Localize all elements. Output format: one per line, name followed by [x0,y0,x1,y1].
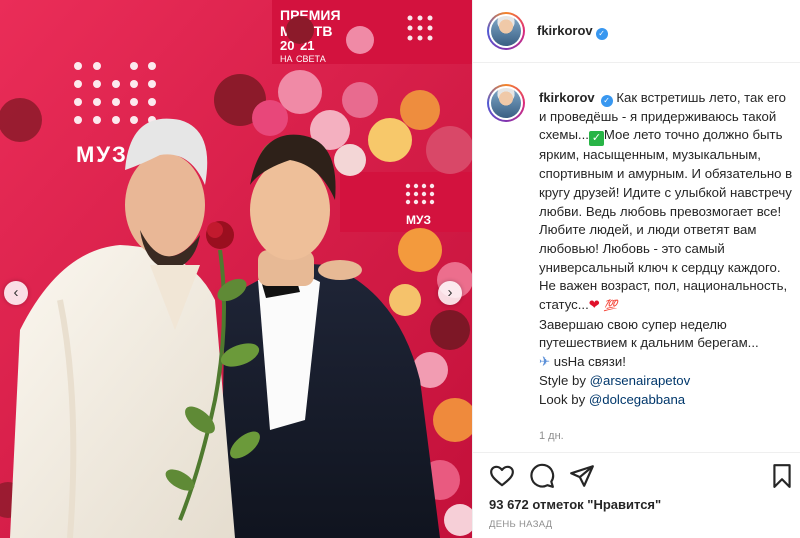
caption-text: usНа связи! [553,354,626,370]
heart-emoji: ❤ [588,297,600,313]
caption-text: друзей! Идите с улыбкой навстречу [573,184,792,200]
mention-look-link[interactable]: @dolcegabbana [589,392,685,407]
instagram-post: МУЗ ПРЕМИЯ МУЗ-ТВ 20 21 НА СВЕТА МУЗ [0,0,800,538]
check-mark-emoji: ✓ [588,131,604,147]
photo-illustration: МУЗ ПРЕМИЯ МУЗ-ТВ 20 21 НА СВЕТА МУЗ [0,0,472,538]
next-photo-button[interactable]: › [438,281,462,305]
post-actions: 93 672 отметок "Нравится" ДЕНЬ НАЗАД [473,452,800,538]
caption-text: Завершаю свою супер неделю [539,316,727,332]
backdrop-logo-small: МУЗ [406,213,431,227]
caption-text: универсальный ключ к сердцу [539,259,725,275]
caption-avatar[interactable] [487,84,525,122]
post-side-panel: fkirkorov ✓ fkirkorov ✓ Как встретишь лето… [472,0,800,538]
bookmark-icon[interactable] [769,463,795,489]
caption-text: путешествием к дальним берегам... [539,335,759,351]
look-by-label: Look by [539,391,586,407]
avatar-image [491,88,521,118]
caption-timestamp[interactable]: 1 дн. [539,430,564,442]
verified-badge-icon: ✓ [600,95,613,107]
post-caption: fkirkorov ✓ Как встретишь лето, так его и… [539,89,795,409]
chevron-left-icon: ‹ [13,284,19,301]
posted-time[interactable]: ДЕНЬ НАЗАД [489,519,552,530]
verified-badge-icon: ✓ [595,28,608,40]
caption-username-link[interactable]: fkirkorov [539,90,595,105]
heart-icon[interactable] [489,463,515,489]
award-sub-text-1: НА [280,54,293,64]
post-photo[interactable]: МУЗ ПРЕМИЯ МУЗ-ТВ 20 21 НА СВЕТА МУЗ [0,0,472,538]
comment-icon[interactable] [529,463,555,489]
caption-text: Как встретишь лето, так [616,90,764,105]
caption-text: Мое лето точно [603,127,700,143]
backdrop-logo-text: МУЗ [76,142,128,167]
avatar[interactable] [487,12,525,50]
avatar-image [491,16,521,46]
likes-count[interactable]: 93 672 отметок "Нравится" [489,497,661,512]
chevron-right-icon: › [447,284,453,301]
style-by-label: Style by [539,372,586,388]
username-link[interactable]: fkirkorov [537,23,593,38]
mention-style-link[interactable]: @arsenairapetov [590,373,691,388]
share-icon[interactable] [569,463,595,489]
award-sub-text-2: СВЕТА [296,54,326,64]
post-header: fkirkorov ✓ [473,0,800,63]
header-user[interactable]: fkirkorov ✓ [537,23,608,40]
caption-text: любви. Ведь любовь превозмогает [539,203,754,219]
previous-photo-button[interactable]: ‹ [4,281,28,305]
hundred-emoji: 💯 [603,300,618,313]
airplane-emoji: ✈ [539,354,551,370]
